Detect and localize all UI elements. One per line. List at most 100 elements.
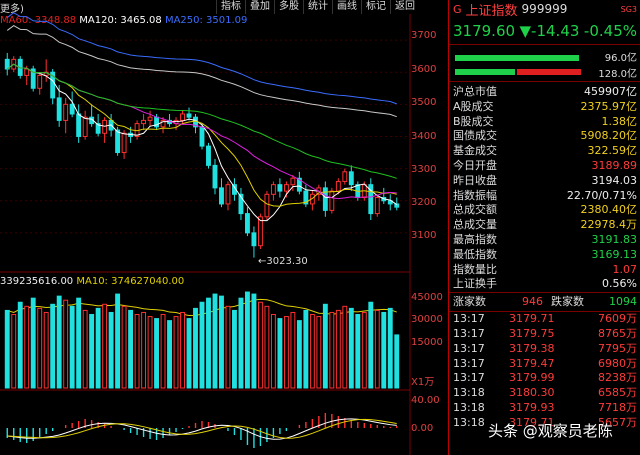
volume-bar [24,305,30,389]
volume-bar [309,314,315,389]
volume-bar [361,311,367,389]
tick-row: 13:17 3179.71 7609万 [449,312,640,327]
stat-row: 国债成交 5908.20亿 [449,129,640,144]
tick-row: 13:17 3179.75 8765万 [449,327,640,342]
candle-body [251,232,257,247]
candle-body [206,145,211,166]
tick-time: 13:17 [453,326,485,340]
volume-ma10: MA10: 374627040.00 [76,276,185,287]
tick-price: 3179.71 [509,312,555,326]
stats-list: 沪总市值 459907亿 A股成交 2375.97亿 B股成交 1.38亿 国债成交 5908… [449,81,640,292]
candle-body [244,213,250,234]
volume-bar [30,297,36,389]
stat-row: 最高指数 3191.83 [449,233,640,248]
candle-body [270,184,276,195]
stat-value: 3194.03 [591,173,638,187]
price-tick: 3300 [411,164,437,175]
stat-value: 1.38亿 [601,114,638,128]
stat-value: 3191.83 [591,232,638,246]
tick-time: 13:17 [453,356,485,370]
volume-bar [147,316,153,389]
tick-volume: 7795万 [598,341,637,355]
volume-bar [303,309,309,389]
candle-body [329,190,335,211]
candle-body [76,113,82,137]
flow-bar-red [517,69,581,75]
volume-bar [277,318,283,389]
stat-label: 指数量比 [453,262,497,276]
candle-body [37,74,43,89]
tick-price: 3180.30 [509,386,555,400]
volume-bar [95,307,101,389]
tick-volume: 7718万 [598,400,637,414]
stat-value: 1.07 [612,262,638,276]
tick-row: 13:17 3179.47 6980万 [449,357,640,372]
volume-bar [212,293,218,389]
stat-row: 昨日收盘 3194.03 [449,174,640,189]
volume-bar [348,307,354,389]
stat-label: B股成交 [453,114,494,128]
price-tick: 3700 [411,30,437,41]
volume-bar [199,301,205,389]
candle-body [335,180,341,192]
candle-body [225,184,231,205]
stat-row: 总成交量 22978.4万 [449,218,640,233]
volume-bar [335,309,341,389]
volume-bar [108,311,114,389]
tick-time: 13:18 [453,400,485,414]
volume-bar [50,303,56,389]
tick-volume: 7609万 [598,312,637,326]
volume-bar [56,295,62,389]
stat-label: 总成交额 [453,203,497,217]
candle-body [348,171,354,186]
volume-bar [167,320,172,389]
volume-bar [270,314,276,389]
tick-row: 13:17 3179.38 7795万 [449,342,640,357]
candle-body [56,97,62,121]
flow-value-1: 96.0亿 [604,53,637,64]
tick-price: 3179.47 [509,356,555,370]
price-tick: 3500 [411,97,437,108]
candle-body [115,129,121,154]
volume-bar [355,314,361,389]
candle-body [141,119,147,125]
stat-label: A股成交 [453,99,494,113]
price-change-pct: -0.45% [583,22,637,40]
tick-time: 13:17 [453,341,485,355]
volume-bar [89,314,95,389]
volume-bar [102,303,108,389]
stat-value: 3189.89 [591,158,638,172]
price-tick: 3400 [411,131,437,142]
volume-value: 339235616.00 [0,276,74,287]
stat-value: 5908.20亿 [580,129,638,143]
tick-time: 13:18 [453,386,485,400]
volume-ma-legend: 339235616.00 MA10: 374627040.00 [0,276,184,287]
kline-chart[interactable] [0,0,448,455]
flow-value-2: 128.0亿 [598,69,637,80]
volume-bar [115,293,121,389]
stat-label: 指数振幅 [453,188,497,202]
up-down-count: 涨家数 946 跌家数 1094 [449,292,640,311]
last-price: 3179.60 [453,22,516,40]
volume-bar [160,314,166,389]
stat-value: 22.70/0.71% [566,188,637,202]
tick-list[interactable]: 13:17 3179.71 7609万 13:17 3179.75 8765万 13:17 3… [449,311,640,430]
volume-bar [283,316,289,389]
stat-row: A股成交 2375.97亿 [449,100,640,115]
stat-label: 今日开盘 [453,158,497,172]
stat-label: 最高指数 [453,232,497,246]
volume-bar [121,305,127,389]
watermark: 头条 @观察员老陈 [488,422,613,440]
volume-bar [219,295,224,389]
macd-tick: 0.00 [411,423,434,434]
index-code: 999999 [521,2,568,16]
volume-bar [180,311,185,389]
volume-bar [329,311,335,389]
volume-bar [37,307,43,389]
candle-body [212,164,218,189]
tick-volume: 6585万 [598,386,637,400]
volume-bar [134,314,140,389]
candle-body [24,68,30,76]
stat-value: 2380.40亿 [580,203,638,217]
volume-bar [186,318,192,389]
